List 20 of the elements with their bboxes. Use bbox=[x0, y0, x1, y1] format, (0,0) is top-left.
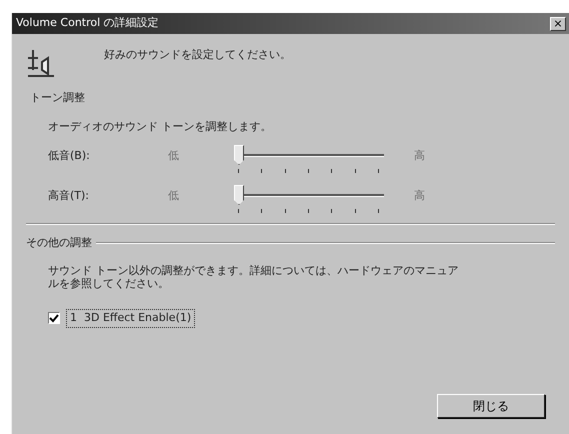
description-text: サウンド トーン以外の調整ができます。詳細については、ハードウェアのマニュアルを参照してください。 bbox=[48, 264, 459, 291]
intro-text: 好みのサウンドを設定してください。 bbox=[104, 47, 291, 63]
checkbox-label: 1 3D Effect Enable(1) bbox=[66, 309, 196, 328]
slider-label: 低音(B): bbox=[48, 148, 91, 164]
section-heading: トーン調整 bbox=[30, 90, 86, 106]
section-heading: その他の調整 bbox=[26, 235, 92, 251]
description-text: オーディオのサウンド トーンを調整します。 bbox=[48, 118, 272, 134]
max-label: 高 bbox=[414, 148, 426, 164]
close-button[interactable]: 閉じる bbox=[437, 394, 545, 418]
slider-track[interactable] bbox=[234, 145, 384, 175]
max-label: 高 bbox=[414, 188, 426, 204]
slider-thumb[interactable] bbox=[234, 145, 244, 165]
min-label: 低 bbox=[168, 188, 180, 204]
window-title: Volume Control の詳細設定 bbox=[16, 15, 159, 32]
slider-label: 高音(T): bbox=[48, 188, 90, 204]
min-label: 低 bbox=[168, 148, 180, 164]
checkbox[interactable] bbox=[48, 312, 60, 324]
slider-thumb[interactable] bbox=[234, 185, 244, 205]
close-button[interactable]: × bbox=[550, 16, 566, 30]
slider-track[interactable] bbox=[234, 185, 384, 215]
